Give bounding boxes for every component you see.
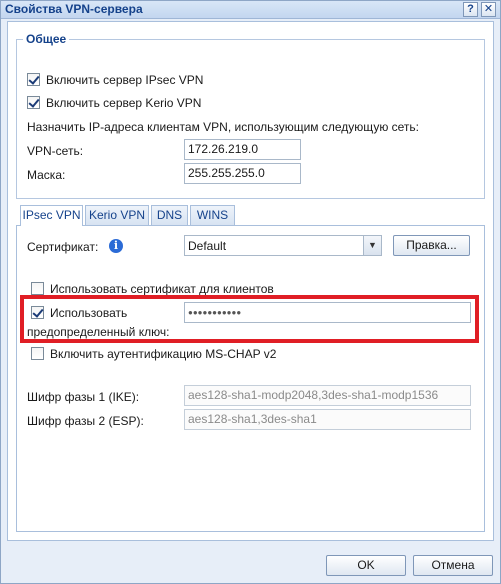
assign-network-text: Назначить IP-адреса клиентам VPN, исполь… (27, 120, 420, 134)
help-icon[interactable]: ? (463, 2, 478, 17)
general-fieldset: Общее Включить сервер IPsec VPN Включить… (16, 32, 485, 199)
tab-dns[interactable]: DNS (151, 205, 188, 225)
mschap-label: Включить аутентификацию MS-CHAP v2 (50, 347, 277, 361)
certificate-label: Сертификат: (27, 240, 99, 254)
enable-ipsec-checkbox[interactable] (27, 73, 40, 86)
tab-ipsec-vpn[interactable]: IPsec VPN (20, 205, 83, 226)
mask-input[interactable]: 255.255.255.0 (184, 163, 301, 184)
vpn-server-properties-dialog: Свойства VPN-сервера ? ✕ Общее Включить … (0, 0, 501, 584)
vpn-network-input[interactable]: 172.26.219.0 (184, 139, 301, 160)
use-client-cert-label: Использовать сертификат для клиентов (50, 282, 274, 296)
edit-certificate-button[interactable]: Правка... (393, 235, 470, 256)
use-client-cert-checkbox[interactable] (31, 282, 44, 295)
tab-kerio-vpn[interactable]: Kerio VPN (85, 205, 149, 225)
vpn-network-label: VPN-сеть: (27, 144, 84, 158)
general-legend: Общее (26, 32, 67, 46)
enable-ipsec-label: Включить сервер IPsec VPN (46, 73, 204, 87)
certificate-select[interactable]: Default ▼ (184, 235, 382, 256)
info-icon[interactable]: i (109, 239, 123, 253)
enable-kerio-checkbox[interactable] (27, 96, 40, 109)
enable-kerio-label: Включить сервер Kerio VPN (46, 96, 202, 110)
mask-label: Маска: (27, 168, 66, 182)
ipsec-tab-panel: Сертификат: i Default ▼ Правка... Исполь… (16, 225, 485, 532)
highlight-frame (20, 295, 479, 343)
certificate-selected-value: Default (188, 239, 227, 253)
ok-button[interactable]: OK (326, 555, 406, 576)
close-icon[interactable]: ✕ (481, 2, 496, 17)
chevron-down-icon[interactable]: ▼ (363, 236, 381, 255)
dialog-title: Свойства VPN-сервера (5, 2, 143, 16)
mschap-checkbox[interactable] (31, 347, 44, 360)
phase1-label: Шифр фазы 1 (IKE): (27, 390, 140, 404)
main-panel: Общее Включить сервер IPsec VPN Включить… (7, 21, 494, 541)
phase2-input[interactable]: aes128-sha1,3des-sha1 (184, 409, 471, 430)
cancel-button[interactable]: Отмена (413, 555, 493, 576)
phase2-label: Шифр фазы 2 (ESP): (27, 414, 144, 428)
title-bar: Свойства VPN-сервера ? ✕ (1, 1, 500, 19)
tab-wins[interactable]: WINS (190, 205, 235, 225)
phase1-input[interactable]: aes128-sha1-modp2048,3des-sha1-modp1536 (184, 385, 471, 406)
